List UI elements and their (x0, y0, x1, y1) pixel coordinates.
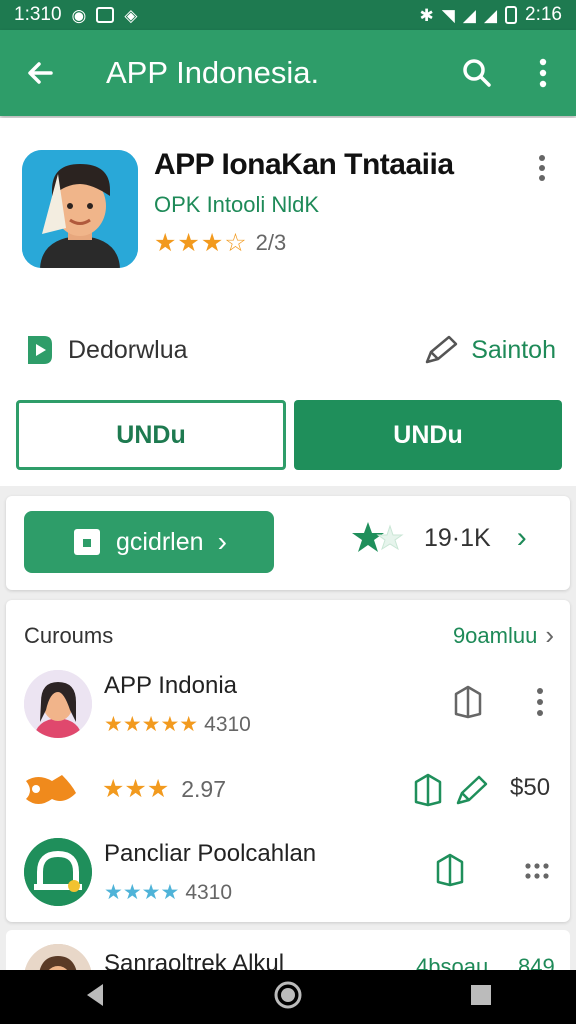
list-item[interactable]: APP Indonia ★★★★★ 4310 (6, 664, 570, 748)
back-button[interactable] (0, 30, 80, 116)
status-bar: 1:310 ◉ ◈ ✱ ◥ ◢ ◢ 2:16 (0, 0, 576, 30)
grid-menu-button[interactable] (522, 856, 552, 886)
status-time-left: 1:310 (14, 4, 62, 25)
chevron-right-icon: › (545, 620, 554, 650)
circle-home-icon (274, 981, 302, 1008)
shield-icon (436, 853, 464, 887)
list-item-rating: ★★★★ 4310 (104, 880, 232, 905)
rating-row: ★★★☆ 2/3 (154, 228, 286, 258)
list-item-price: $50 (510, 774, 551, 801)
similar-apps-card: Curoums 9oamluu › APP Indonia ★★★★★ 4310 (6, 600, 570, 922)
chevron-right-icon: › (516, 521, 527, 554)
rating-stars: ★★★★★ (104, 713, 199, 736)
rating-count: 2.97 (181, 775, 227, 802)
overflow-menu-button[interactable] (510, 30, 576, 116)
notification-icon (96, 7, 115, 23)
list-item[interactable]: ★★★ 2.97 $50 (6, 760, 570, 820)
star-sparkle-icon (352, 522, 404, 552)
rating-stars: ★★★☆ (154, 229, 248, 257)
rating-stars: ★★★★ (104, 881, 180, 904)
signal-icon: ◢ (462, 5, 476, 25)
app-more-button[interactable] (528, 148, 556, 188)
nav-recents-button[interactable] (469, 983, 493, 1012)
list-item-title: APP Indonia (104, 672, 237, 699)
downloads-stat[interactable]: 19·1K › (350, 518, 527, 558)
square-recents-icon (471, 984, 491, 1005)
person-avatar-icon (22, 150, 138, 268)
more-vert-icon (539, 58, 547, 88)
list-item-rating: ★★★ 2.97 (102, 774, 226, 804)
app-icon (24, 770, 78, 810)
more-vert-icon (539, 155, 545, 161)
record-icon: ◉ (71, 5, 87, 25)
avatar (24, 670, 92, 738)
fish-logo-icon (26, 775, 76, 804)
app-bar: APP Indonesia. (0, 30, 576, 116)
cat-icon: ◈ (124, 5, 138, 25)
arrow-back-icon (28, 62, 53, 84)
nav-back-button[interactable] (83, 982, 107, 1013)
status-time-right: 2:16 (525, 4, 562, 25)
bookmark-button[interactable] (412, 770, 444, 810)
play-store-icon (28, 336, 52, 364)
bookmark-button[interactable] (450, 682, 486, 722)
podcast-logo-icon (24, 838, 92, 906)
more-horiz-icon (525, 863, 549, 879)
rating-count: 2/3 (255, 230, 287, 255)
meta-row: Dedorwlua Saintoh (24, 330, 556, 370)
battery-icon (505, 6, 518, 24)
search-button[interactable] (444, 30, 510, 116)
app-bar-title: APP Indonesia. (106, 55, 320, 90)
category-chip[interactable]: Dedorwlua (24, 334, 188, 366)
item-more-button[interactable] (530, 682, 550, 722)
list-header-title: Curoums (24, 622, 114, 648)
triangle-back-icon (87, 983, 103, 1006)
person-avatar-icon (24, 670, 92, 738)
app-icon[interactable] (22, 150, 138, 268)
app-detail-card: APP IonaKan Tntaaiia OPK Intooli NldK ★★… (0, 118, 576, 486)
edit-label: Saintoh (471, 335, 556, 364)
app-title: APP IonaKan Tntaaiia (154, 148, 454, 181)
bluetooth-icon: ✱ (419, 5, 434, 25)
wifi-icon: ◥ (441, 5, 455, 25)
category-label: Dedorwlua (68, 335, 188, 364)
pencil-icon (425, 335, 458, 364)
stats-card: gcidrlen › 19·1K › (6, 496, 570, 590)
search-icon (463, 59, 491, 87)
download-count: 19·1K (424, 523, 491, 552)
list-item[interactable]: Pancliar Poolcahlan ★★★★ 4310 (6, 834, 570, 914)
more-vert-icon (537, 688, 543, 716)
shopping-bag-icon (74, 529, 100, 555)
list-header: Curoums 9oamluu › (24, 620, 554, 651)
rating-stars: ★★★ (102, 775, 170, 803)
category-pill-button[interactable]: gcidrlen › (24, 511, 274, 573)
signal-icon-2: ◢ (483, 5, 498, 25)
pencil-icon (456, 775, 488, 805)
pill-label: gcidrlen (116, 527, 204, 556)
rating-count: 4310 (185, 880, 233, 904)
avatar (24, 838, 92, 906)
see-more-label: 9oamluu (452, 622, 538, 648)
list-item-rating: ★★★★★ 4310 (104, 712, 251, 737)
developer-name[interactable]: OPK Intooli NldK (154, 192, 319, 218)
edit-action[interactable]: Saintoh (423, 334, 556, 366)
rating-count: 4310 (204, 712, 251, 736)
bookmark-button[interactable] (432, 850, 468, 890)
shield-icon (414, 773, 442, 807)
install-button[interactable]: UNDu (294, 400, 562, 470)
chevron-right-icon: › (217, 526, 227, 557)
shield-icon (454, 685, 482, 719)
see-more-link[interactable]: 9oamluu › (453, 620, 554, 651)
system-nav-bar (0, 970, 576, 1024)
nav-home-button[interactable] (273, 980, 303, 1015)
edit-button[interactable] (454, 770, 490, 810)
uninstall-button[interactable]: UNDu (16, 400, 286, 470)
list-item-title: Pancliar Poolcahlan (104, 840, 317, 867)
